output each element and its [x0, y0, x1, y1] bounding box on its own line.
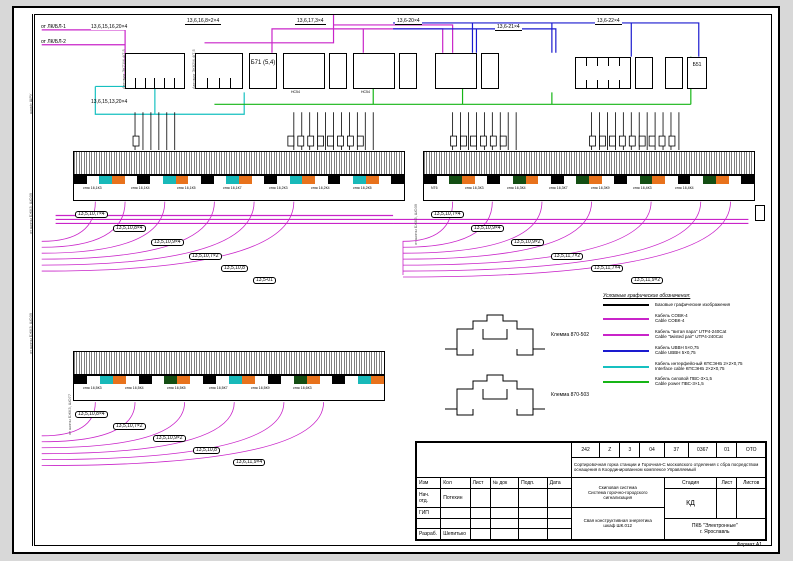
rack2-grp: стик 16,4К4	[675, 187, 694, 191]
rack2-grp: стик 16,3К9	[591, 187, 610, 191]
rack2-hatch	[423, 151, 755, 175]
legend-row: Кабель силовой ПВС-3×1,5Cable power ПВС-…	[603, 377, 761, 387]
drawing-sheet: шкаф ШРУ от шины БЖК3, ШО39 от шины БЖК3…	[12, 6, 780, 554]
legend-row: Кабель UBBH 5×0,75Cable UBBH 5×0,75	[603, 346, 761, 356]
module-2	[195, 53, 243, 89]
margin-lbl: от шины БЖК3, ШО39	[28, 313, 33, 354]
module-10: Б51	[687, 57, 707, 89]
rack1-grp: стик 16,2К5	[353, 187, 372, 191]
cable-in-2v: 13,6,15,13,20×4	[91, 100, 127, 105]
org: ПКБ "Электронные" г. Ярославль	[664, 518, 765, 539]
drawing-frame: от ЛК/БЛ-1 13,6,15,16,20×4 от ЛК/БЛ-2 13…	[34, 14, 772, 546]
rack3	[73, 375, 385, 401]
module-9	[665, 57, 683, 89]
rack3-hatch	[73, 351, 385, 375]
rack2-drop: 13,5,11,9×2	[631, 277, 663, 284]
module-8	[575, 57, 631, 89]
rack1-drop: 13,5,10,8×4	[113, 225, 146, 232]
rack3-grp: стик 16,5К7	[209, 387, 228, 391]
rack2-drop: 13,5,10,9×2	[511, 239, 544, 246]
cable-in-1v: 13,6,15,16,20×4	[91, 25, 127, 30]
bus-lbl: 13,6,16,8×2×4	[185, 19, 221, 25]
cable-in-1: от ЛК/БЛ-1	[41, 25, 66, 30]
legend-title: Условные графические обозначения:	[603, 293, 761, 299]
rack1-drop: 13,5-01	[253, 277, 276, 284]
bus-lbl: 13,6,17,3×4	[295, 19, 326, 25]
rack2-grp: стик 16,3К4	[507, 187, 526, 191]
rack2-grp: стик 16,4К3	[633, 187, 652, 191]
rack1-drop: 13,5,10,9×4	[151, 239, 184, 246]
rack3-drop: 13,5,10,8×4	[75, 411, 108, 418]
module-4-lbl: НС54	[291, 91, 300, 95]
legend-row: Кабель COBК-4Cable COBК-4	[603, 314, 761, 324]
rack3-drop: 13,5,10,9×2	[153, 435, 186, 442]
rack2-drop: 13,5,10,9×4	[471, 225, 504, 232]
rack3-grp: стик 16,5К5	[167, 387, 186, 391]
module-8b	[635, 57, 653, 89]
module-5	[329, 53, 347, 89]
margin-lbl: шкаф ШРУ	[28, 94, 33, 114]
module-1	[125, 53, 185, 89]
rack1-grp: стик 16,1К7	[223, 187, 242, 191]
rack1-grp: стик 16,1К4	[131, 187, 150, 191]
rack1-grp: стик 16,2К3	[269, 187, 288, 191]
legend-row: Базовые графические изображения	[603, 303, 761, 308]
rack1-vr: от шины БЖК3, ШО39	[413, 204, 418, 245]
rack3-drop: 13,5,10,7×2	[113, 423, 146, 430]
legend-row: Кабель "витая пара" UTP4-240CatCable "tw…	[603, 330, 761, 340]
bus-lbl: 13,6-22×4	[595, 19, 622, 25]
rack3-drop: 13,5,10,8	[193, 447, 220, 454]
module-6-lbl: НС54	[361, 91, 370, 95]
rack3-vr: от шины БЖК3, ШО77	[67, 394, 72, 435]
rack1-grp: стик 16,1К5	[177, 187, 196, 191]
rack1-grp: стик 16,1К3	[83, 187, 102, 191]
module-6b	[399, 53, 417, 89]
module-7b	[481, 53, 499, 89]
detail-lbl-1: Клемма 870-502	[551, 333, 589, 338]
detail-views	[435, 311, 595, 441]
rack3-grp: стик 16,5К9	[251, 387, 270, 391]
module-2-lbl: Автомат ЭК82М-4/7,5	[191, 49, 196, 89]
rack1-grp: стик 16,2К4	[311, 187, 330, 191]
rack2-grp: NТ6	[431, 187, 438, 191]
title-block: 242 Z 3 04 37 0367 01 ОТО Сортировочная …	[415, 441, 767, 541]
module-4	[283, 53, 325, 89]
rack2-grp: стик 16,3К3	[465, 187, 484, 191]
legend-row: Кабель интерфейсный КПСЭНБ 2×2×0,75Inter…	[603, 362, 761, 372]
rack1-drop: 13,5,10,8	[221, 265, 248, 272]
format: Формат А1	[737, 543, 762, 548]
rack3-grp: стик 16,6К3	[293, 387, 312, 391]
project-title: Сортировочная горка станции и Горочная-С…	[571, 457, 765, 477]
rack1-drop: 13,5,10,7×2	[189, 253, 222, 260]
rack3-drop: 13,6,11,9×4	[233, 459, 265, 466]
rack3-grp: стик 16,5К3	[83, 387, 102, 391]
bus-lbl: 13,6-20×4	[395, 19, 422, 25]
module-3: Б71 (5,4)	[249, 53, 277, 89]
cable-in-2: от ЛК/БЛ-2	[41, 40, 66, 45]
margin-lbl: от шины БЖК3, ШО39	[28, 193, 33, 234]
rack3-grp: стик 16,5К4	[125, 387, 144, 391]
rack1-hatch	[73, 151, 405, 175]
rack2-drop: 13,5,10,7×4	[431, 211, 464, 218]
bus-lbl: 13,6-21×4	[495, 25, 522, 31]
rack2-grp: стик 16,3К7	[549, 187, 568, 191]
legend: Условные графические обозначения: Базовы…	[603, 293, 761, 393]
binding-margin: шкаф ШРУ от шины БЖК3, ШО39 от шины БЖК3…	[18, 14, 33, 546]
module-6	[353, 53, 395, 89]
module-7	[435, 53, 477, 89]
module-1-lbl: Автомат ЭК71М-4/7,5	[121, 49, 126, 89]
rack2-end	[755, 205, 765, 221]
rack2-drop: 13,5,11,7×2	[551, 253, 583, 260]
detail-lbl-2: Клемма 870-503	[551, 393, 589, 398]
rack1-drop: 13,5,10,7×4	[75, 211, 108, 218]
rack2-drop: 13,5,11,7×4	[591, 265, 623, 272]
